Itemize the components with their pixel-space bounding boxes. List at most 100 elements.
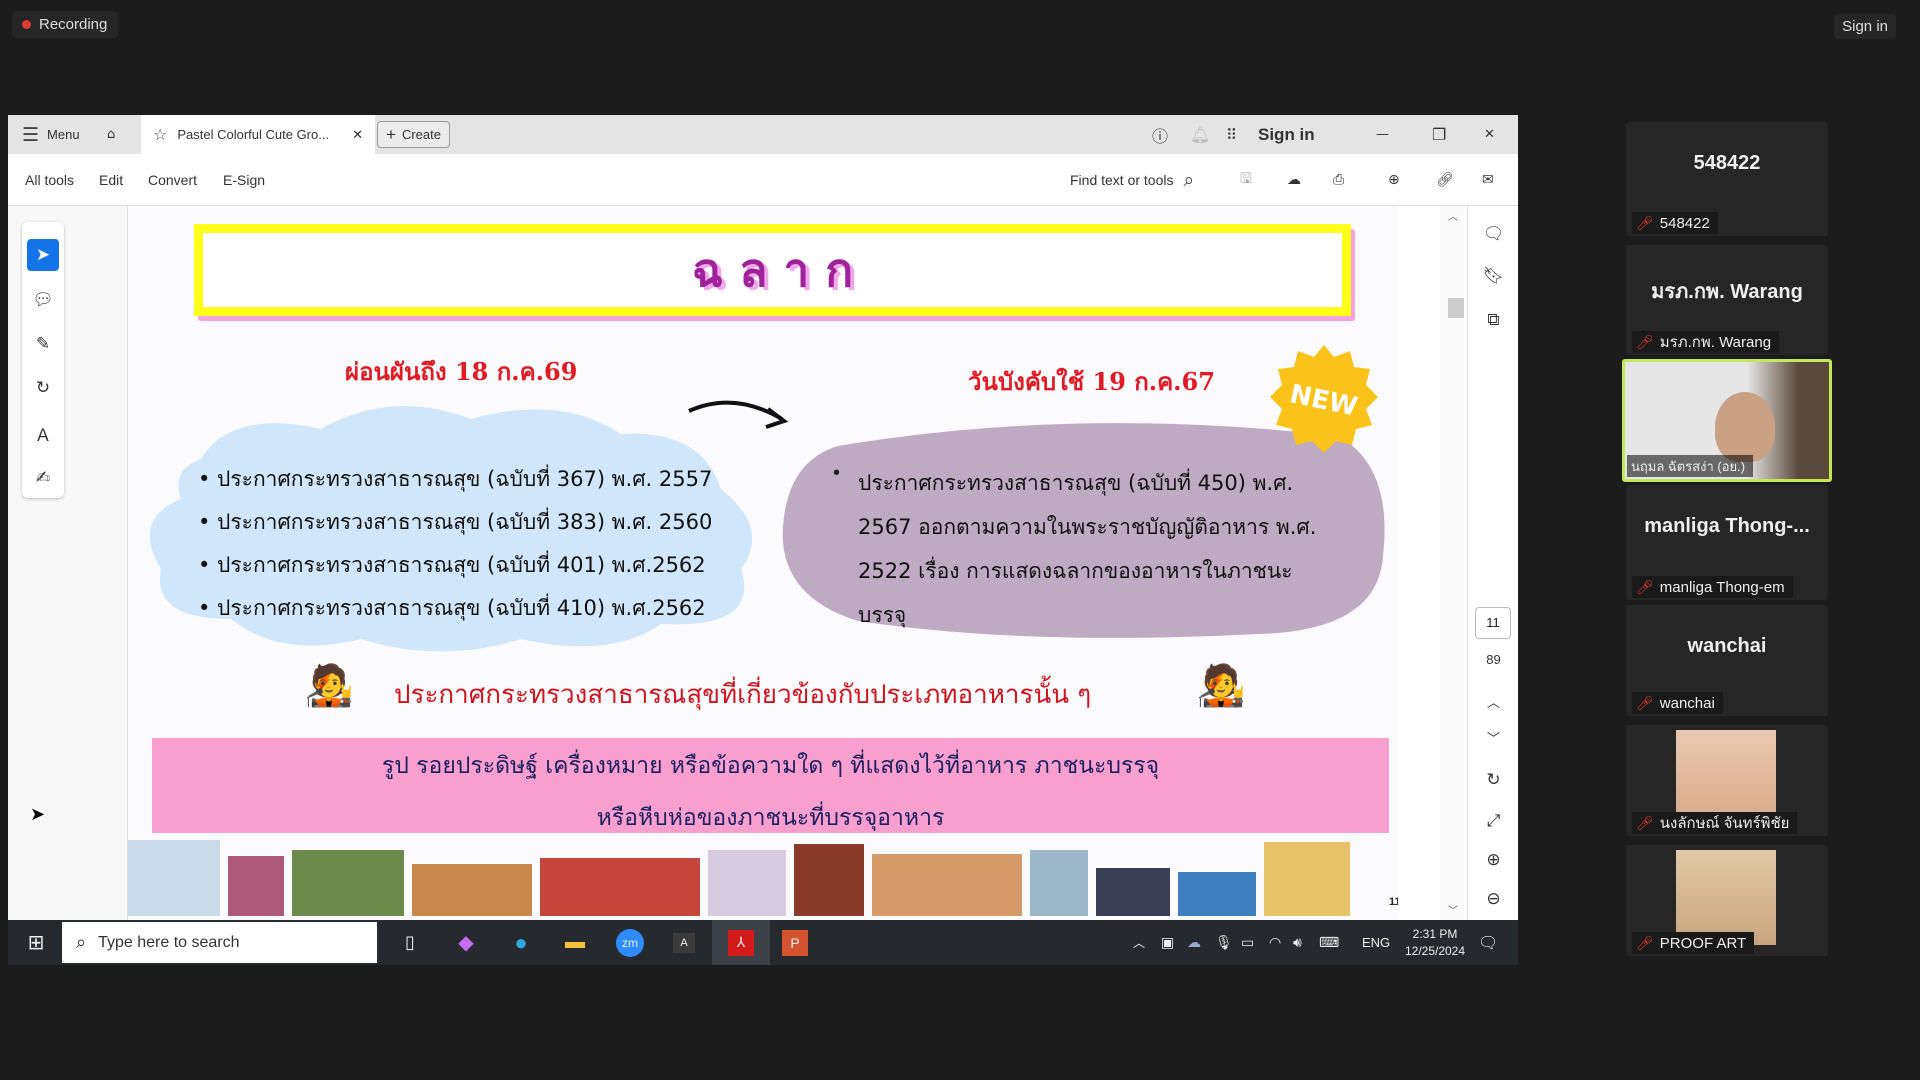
sign-icon[interactable]: ✍: [27, 462, 59, 494]
help-icon[interactable]: ⓘ: [1152, 115, 1168, 154]
mascot-megaphone-right-icon: 🧑‍🎤︎: [1196, 664, 1246, 708]
participant-tile[interactable]: wanchai 🎤︎ wanchai: [1626, 605, 1828, 716]
comment-icon[interactable]: 💬︎: [27, 284, 59, 316]
page-total: 89: [1486, 652, 1501, 667]
muted-mic-icon: 🎤︎: [1636, 934, 1654, 951]
highlight-pen-icon[interactable]: ✎: [27, 328, 59, 360]
save-icon[interactable]: 🖫: [1240, 154, 1252, 206]
product-image: [1178, 872, 1256, 916]
convert-menu[interactable]: Convert: [148, 154, 197, 206]
share-user-icon[interactable]: ⊕: [1388, 154, 1400, 206]
powerpoint-icon[interactable]: P: [773, 920, 817, 965]
esign-menu[interactable]: E-Sign: [223, 154, 265, 206]
create-button[interactable]: + Create: [377, 121, 450, 148]
task-view-icon[interactable]: ▯: [392, 920, 428, 965]
find-tools-search[interactable]: Find text or tools ⌕: [1070, 154, 1194, 206]
participant-display-name: มรภ.กพ. Warang: [1651, 281, 1803, 303]
product-image: [1096, 868, 1170, 916]
page-number-input[interactable]: 11: [1475, 607, 1511, 639]
text-box-icon[interactable]: Ａ: [27, 417, 59, 449]
bookmarks-icon[interactable]: 🔖︎: [1468, 266, 1518, 286]
participant-display-name: manliga Thong-...: [1644, 515, 1810, 537]
minimize-icon[interactable]: —: [1376, 115, 1389, 154]
restore-icon[interactable]: ❐: [1432, 115, 1446, 154]
camera-icon[interactable]: ▣: [1161, 920, 1174, 965]
select-cursor-icon[interactable]: ➤: [27, 239, 59, 271]
left-item-4: • ประกาศกระทรวงสาธารณสุข (ฉบับที่ 410) พ…: [198, 596, 706, 620]
participant-name: นฤมล ฉัตรสง่า (อย.): [1631, 458, 1746, 474]
zoom-app-icon[interactable]: zm: [612, 920, 648, 965]
comments-panel-icon[interactable]: 🗨︎: [1468, 224, 1518, 244]
document-tab[interactable]: ☆ Pastel Colorful Cute Gro... ✕: [141, 115, 375, 154]
left-tool-rail: ➤ 💬︎ ✎ ↻ Ａ ✍ ➤: [8, 206, 128, 920]
scroll-up-icon[interactable]: ︿: [1448, 208, 1458, 223]
battery-icon[interactable]: ▭: [1241, 920, 1254, 965]
sign-in-button[interactable]: Sign in: [1258, 115, 1315, 154]
volume-icon[interactable]: 🔊︎: [1293, 920, 1302, 965]
participant-tile[interactable]: 548422 🎤︎ 548422: [1626, 122, 1828, 236]
muted-mic-icon: 🎤︎: [1636, 578, 1654, 595]
acrobat-taskbar-icon[interactable]: ⅄: [712, 920, 770, 965]
right-line-3: 2522 เรื่อง การแสดงฉลากของอาหารในภาชนะ: [858, 559, 1293, 583]
product-image: [292, 850, 404, 916]
cloud-upload-icon[interactable]: ☁: [1287, 154, 1301, 206]
clock[interactable]: 2:31 PM 12/25/2024: [1403, 920, 1467, 965]
participant-tile[interactable]: 🎤︎ PROOF ART: [1626, 845, 1828, 956]
copilot-icon[interactable]: ◆: [448, 920, 484, 965]
onedrive-icon[interactable]: ☁: [1187, 920, 1201, 965]
participant-photo: [1676, 850, 1776, 945]
scroll-thumb[interactable]: [1448, 298, 1464, 318]
app-a-icon[interactable]: A: [666, 920, 702, 965]
print-icon[interactable]: ⎙: [1333, 154, 1344, 206]
file-explorer-icon[interactable]: ▬: [557, 920, 593, 965]
scroll-down-icon[interactable]: ﹀: [1448, 902, 1458, 917]
all-tools-menu[interactable]: All tools: [25, 154, 74, 206]
apps-grid-icon[interactable]: ⠿: [1226, 115, 1237, 154]
participant-video-tile-active[interactable]: นฤมล ฉัตรสง่า (อย.): [1622, 359, 1832, 482]
star-icon[interactable]: ☆: [153, 125, 167, 144]
taskbar-search[interactable]: ⌕ Type here to search: [62, 922, 377, 963]
right-item: ประกาศกระทรวงสาธารณสุข (ฉบับที่ 450) พ.ศ…: [858, 461, 1316, 637]
pdf-page: ฉ ล า ก ผ่อนผันถึง 18 ก.ค.69 • ประกาศกระ…: [128, 206, 1398, 920]
windows-start-icon[interactable]: ⊞: [18, 920, 54, 965]
zoom-out-icon[interactable]: ⊖: [1468, 889, 1518, 909]
participant-tile[interactable]: มรภ.กพ. Warang 🎤︎ มรภ.กพ. Warang: [1626, 245, 1828, 355]
product-image: [708, 850, 786, 916]
meeting-sign-in-button[interactable]: Sign in: [1834, 14, 1896, 39]
right-heading: วันบังคับใช้ 19 ก.ค.67: [968, 367, 1215, 396]
next-page-icon[interactable]: ﹀: [1468, 728, 1518, 747]
pages-thumbnails-icon[interactable]: ⧉: [1468, 310, 1518, 330]
microphone-icon[interactable]: 🎙︎: [1215, 920, 1233, 965]
recording-indicator[interactable]: Recording: [12, 11, 120, 38]
language-indicator[interactable]: ENG: [1362, 920, 1390, 965]
email-icon[interactable]: ✉: [1482, 154, 1494, 206]
product-image: [128, 840, 220, 916]
close-window-icon[interactable]: ✕: [1484, 115, 1495, 154]
participant-tile[interactable]: manliga Thong-... 🎤︎ manliga Thong-em: [1626, 485, 1828, 600]
vertical-scrollbar[interactable]: ︿ ﹀: [1440, 206, 1467, 920]
recording-label: Recording: [39, 16, 108, 33]
menu-label: Menu: [47, 127, 80, 142]
draw-freehand-icon[interactable]: ↻: [27, 372, 59, 404]
bell-icon[interactable]: 🔔︎: [1190, 115, 1210, 154]
participant-tile[interactable]: 🎤︎ นงลักษณ์ จันทร์พิชัย: [1626, 725, 1828, 836]
home-icon[interactable]: ⌂: [107, 115, 115, 154]
menu-button[interactable]: ☰ Menu: [22, 115, 80, 154]
find-placeholder: Find text or tools: [1070, 172, 1174, 188]
right-line-2: 2567 ออกตามความในพระราชบัญญัติอาหาร พ.ศ.: [858, 515, 1317, 539]
previous-page-icon[interactable]: ︿: [1468, 692, 1518, 711]
wifi-icon[interactable]: ◠: [1269, 920, 1281, 965]
zoom-in-icon[interactable]: ⊕: [1468, 850, 1518, 870]
notifications-icon[interactable]: 🗨︎: [1478, 920, 1498, 965]
product-image: [412, 864, 532, 916]
tray-chevron-icon[interactable]: ︿: [1133, 920, 1145, 965]
keyboard-icon[interactable]: ⌨: [1319, 920, 1339, 965]
link-icon[interactable]: 🔗︎: [1436, 154, 1454, 206]
slide-title: ฉ ล า ก: [691, 243, 854, 297]
fit-page-icon[interactable]: ⤢: [1468, 811, 1518, 831]
product-images-strip: [128, 834, 1392, 916]
edit-menu[interactable]: Edit: [99, 154, 123, 206]
rotate-icon[interactable]: ↻: [1468, 770, 1518, 790]
edge-icon[interactable]: ●: [503, 920, 539, 965]
close-tab-icon[interactable]: ✕: [352, 127, 363, 143]
